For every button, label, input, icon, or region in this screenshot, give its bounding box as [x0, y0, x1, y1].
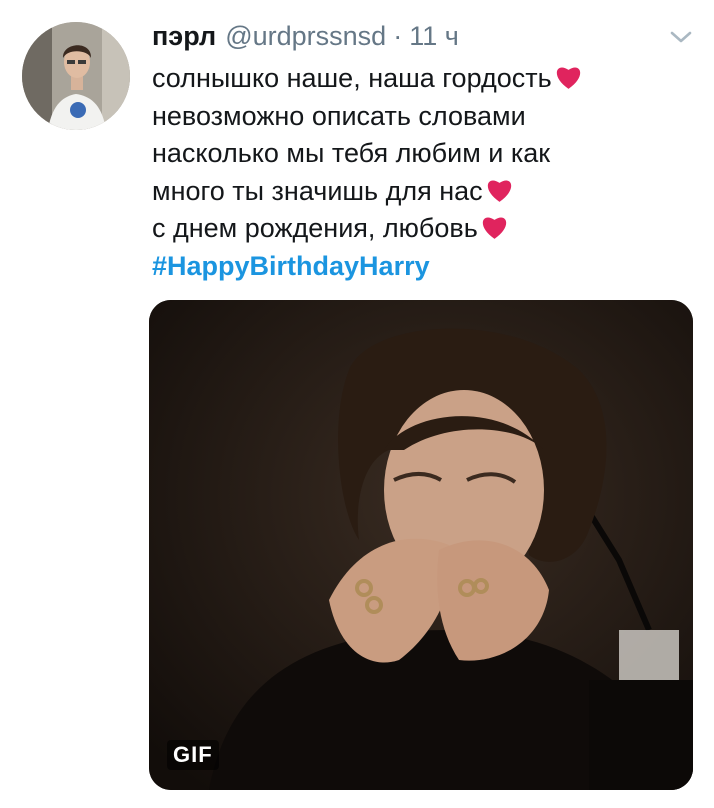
tweet-text: солнышко наше, наша гордость невозможно …: [152, 60, 692, 286]
avatar[interactable]: [22, 22, 130, 130]
gif-image: [149, 300, 693, 790]
gif-media[interactable]: GIF: [149, 300, 693, 790]
timestamp[interactable]: 11 ч: [409, 16, 459, 56]
tweet-line: солнышко наше, наша гордость: [152, 60, 692, 98]
user-handle[interactable]: @urdprssnsd: [225, 16, 386, 56]
tweet-line: с днем рождения, любовь: [152, 210, 692, 248]
tweet-line: невозможно описать словами: [152, 98, 692, 136]
heart-icon: [482, 217, 507, 240]
tweet-header: пэрл @urdprssnsd · 11 ч: [152, 16, 654, 56]
tweet-line: насколько мы тебя любим и как: [152, 135, 692, 173]
tweet-line-text: с днем рождения, любовь: [152, 213, 478, 244]
heart-icon: [556, 67, 580, 89]
separator-dot: ·: [393, 21, 403, 51]
hashtag-link[interactable]: #HappyBirthdayHarry: [152, 251, 430, 281]
display-name[interactable]: пэрл: [152, 16, 216, 56]
tweet-line-text: насколько мы тебя любим и как: [152, 138, 551, 169]
gif-badge: GIF: [167, 740, 219, 770]
tweet-line-text: солнышко наше, наша гордость: [152, 63, 552, 93]
chevron-down-icon[interactable]: [668, 26, 694, 48]
tweet[interactable]: пэрл @urdprssnsd · 11 ч солнышко наше, н…: [0, 0, 714, 808]
tweet-line: много ты значишь для нас: [152, 173, 692, 211]
tweet-line-text: много ты значишь для нас: [152, 175, 483, 206]
heart-icon: [487, 180, 511, 202]
tweet-line-text: невозможно описать словами: [152, 100, 526, 131]
tweet-line: #HappyBirthdayHarry: [152, 248, 692, 286]
